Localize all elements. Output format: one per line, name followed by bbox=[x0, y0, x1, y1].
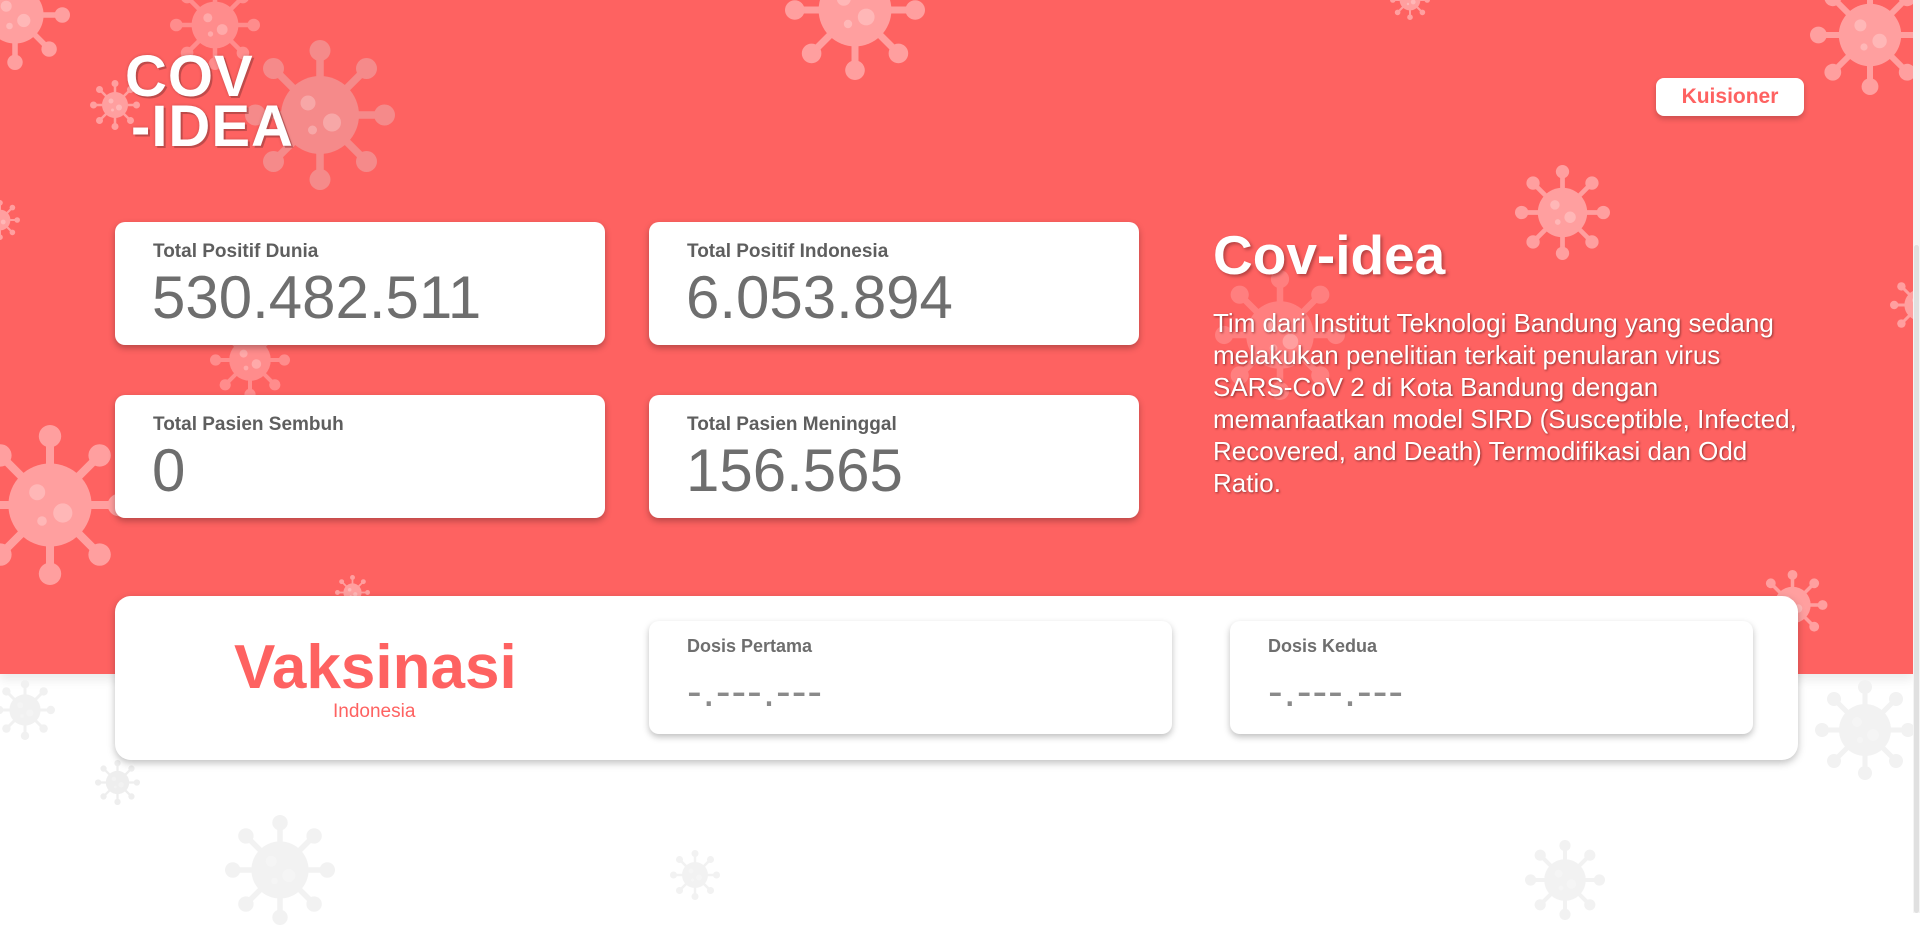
stat-value: 6.053.894 bbox=[686, 264, 953, 331]
dose-card-second: Dosis Kedua -.---.--- bbox=[1230, 621, 1753, 734]
stat-value: 156.565 bbox=[686, 437, 903, 504]
virus-decoration-icon bbox=[0, 0, 70, 70]
dose-label: Dosis Pertama bbox=[687, 636, 813, 656]
page-scrollbar[interactable] bbox=[1913, 0, 1920, 913]
virus-decoration-icon bbox=[770, 0, 940, 80]
hero-banner: COV -IDEA Kuisioner Total Positif Dunia … bbox=[0, 0, 1913, 674]
virus-decoration-icon bbox=[95, 760, 140, 805]
stat-card-total-pasien-sembuh: Total Pasien Sembuh 0 bbox=[115, 395, 605, 518]
logo-line-2: -IDEA bbox=[131, 94, 294, 159]
dose-card-first: Dosis Pertama -.---.--- bbox=[649, 621, 1172, 734]
stat-value: 0 bbox=[152, 437, 186, 504]
stat-label: Total Positif Indonesia bbox=[687, 241, 889, 262]
dose-label: Dosis Kedua bbox=[1268, 636, 1378, 656]
dose-value: -.---.--- bbox=[687, 667, 824, 716]
dose-value: -.---.--- bbox=[1268, 667, 1405, 716]
stat-value: 530.482.511 bbox=[152, 264, 482, 331]
virus-decoration-icon bbox=[1380, 0, 1440, 20]
vaccination-card: Vaksinasi Indonesia Dosis Pertama -.---.… bbox=[115, 596, 1798, 760]
virus-decoration-icon bbox=[215, 815, 345, 925]
stat-label: Total Pasien Sembuh bbox=[153, 414, 344, 435]
virus-decoration-icon bbox=[1815, 680, 1915, 780]
vaccination-subtitle: Indonesia bbox=[333, 701, 416, 722]
virus-decoration-icon bbox=[0, 680, 60, 740]
vaccination-title: Vaksinasi bbox=[234, 633, 517, 702]
virus-decoration-icon bbox=[0, 410, 130, 600]
stat-label: Total Positif Dunia bbox=[153, 241, 319, 262]
stat-card-total-pasien-meninggal: Total Pasien Meninggal 156.565 bbox=[649, 395, 1139, 518]
stat-card-total-positif-indonesia: Total Positif Indonesia 6.053.894 bbox=[649, 222, 1139, 345]
stat-label: Total Pasien Meninggal bbox=[687, 414, 897, 435]
virus-decoration-icon bbox=[1520, 840, 1610, 920]
virus-decoration-icon bbox=[1810, 0, 1913, 100]
virus-decoration-icon bbox=[1890, 270, 1913, 340]
virus-decoration-icon bbox=[1515, 165, 1610, 260]
cov-idea-logo[interactable]: COV -IDEA bbox=[125, 48, 325, 158]
virus-decoration-icon bbox=[0, 200, 20, 240]
virus-decoration-icon bbox=[670, 850, 720, 900]
about-title: Cov-idea bbox=[1213, 224, 1446, 286]
about-description: Tim dari Institut Teknologi Bandung yang… bbox=[1213, 308, 1797, 498]
kuisioner-button[interactable]: Kuisioner bbox=[1656, 78, 1804, 116]
scrollbar-thumb[interactable] bbox=[1914, 245, 1919, 913]
stat-card-total-positif-dunia: Total Positif Dunia 530.482.511 bbox=[115, 222, 605, 345]
